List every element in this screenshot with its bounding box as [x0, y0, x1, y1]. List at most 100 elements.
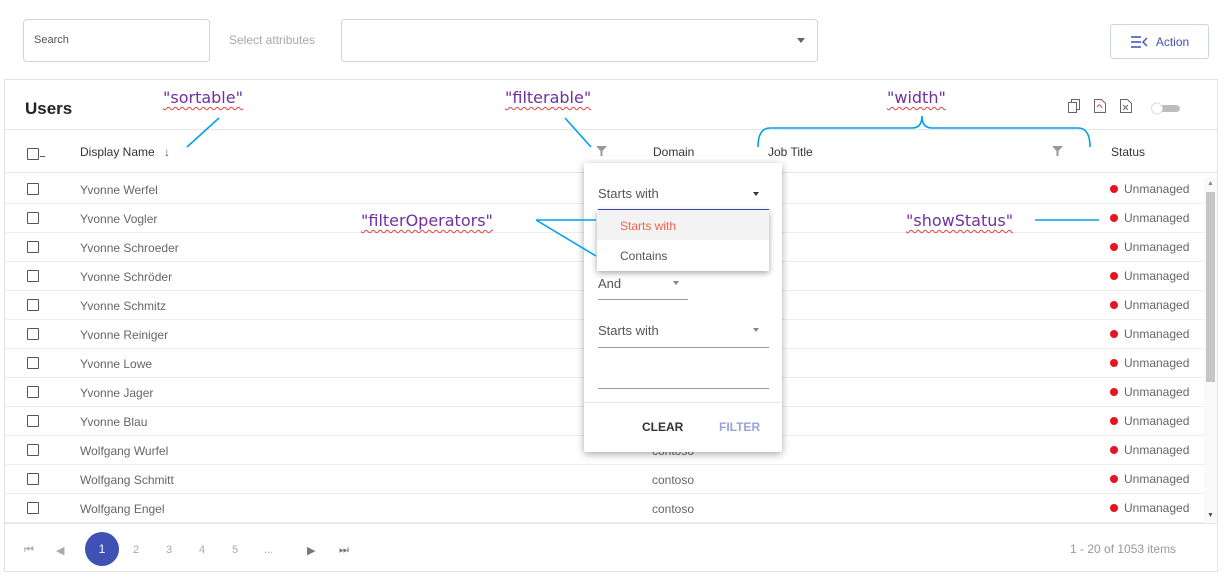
- status-text: Unmanaged: [1124, 443, 1190, 457]
- cell-status: Unmanaged: [1110, 327, 1189, 341]
- scroll-down-icon[interactable]: ▼: [1207, 512, 1214, 519]
- row-checkbox[interactable]: [27, 473, 39, 485]
- filter-logic-select[interactable]: And: [598, 276, 621, 291]
- page-3-button[interactable]: 3: [166, 544, 172, 556]
- status-text: Unmanaged: [1124, 501, 1190, 515]
- status-text: Unmanaged: [1124, 472, 1190, 486]
- cell-status: Unmanaged: [1110, 356, 1189, 370]
- cell-domain: contoso: [652, 502, 695, 516]
- menu-collapse-icon: [1130, 35, 1148, 48]
- cell-status: Unmanaged: [1110, 501, 1189, 515]
- filter-operator-2[interactable]: Starts with: [598, 323, 659, 338]
- cell-display-name: Yvonne Werfel: [80, 183, 158, 197]
- status-dot-icon: [1110, 272, 1118, 280]
- cell-display-name: Yvonne Vogler: [80, 212, 158, 226]
- excel-icon[interactable]: [1120, 98, 1132, 114]
- page-1-button[interactable]: 1: [85, 532, 119, 566]
- pager: ⏮ ◀ 1 2 3 4 5 ... ▶ ⏭ 1 - 20 of 1053 ite…: [4, 523, 1218, 572]
- chevron-down-icon[interactable]: [753, 192, 759, 196]
- cell-display-name: Wolfgang Wurfel: [80, 444, 169, 458]
- scrollbar-thumb[interactable]: [1206, 192, 1215, 382]
- status-text: Unmanaged: [1124, 327, 1190, 341]
- column-header-display-name[interactable]: Display Name ↓: [80, 145, 170, 159]
- cell-status: Unmanaged: [1110, 269, 1189, 283]
- status-text: Unmanaged: [1124, 240, 1190, 254]
- column-header-domain[interactable]: Domain: [653, 145, 694, 159]
- scroll-up-icon[interactable]: ▲: [1207, 180, 1214, 187]
- select-attributes-dropdown[interactable]: [341, 19, 818, 62]
- row-checkbox[interactable]: [27, 270, 39, 282]
- status-dot-icon: [1110, 214, 1118, 222]
- row-checkbox[interactable]: [27, 212, 39, 224]
- status-text: Unmanaged: [1124, 385, 1190, 399]
- sort-down-arrow-icon[interactable]: ↓: [164, 145, 170, 159]
- status-dot-icon: [1110, 388, 1118, 396]
- filter-value-2-input[interactable]: [598, 388, 769, 389]
- display-name-label: Display Name: [80, 145, 155, 159]
- status-text: Unmanaged: [1124, 414, 1190, 428]
- status-dot-icon: [1110, 243, 1118, 251]
- row-checkbox[interactable]: [27, 241, 39, 253]
- next-page-icon[interactable]: ▶: [307, 544, 315, 557]
- dropdown-option-starts-with[interactable]: Starts with: [597, 210, 769, 240]
- dropdown-option-contains[interactable]: Contains: [597, 240, 769, 270]
- cell-status: Unmanaged: [1110, 414, 1189, 428]
- cell-status: Unmanaged: [1110, 240, 1189, 254]
- cell-display-name: Yvonne Schroeder: [80, 241, 179, 255]
- filter-button[interactable]: FILTER: [719, 420, 760, 434]
- table-row[interactable]: Wolfgang Schmitt contoso Unmanaged: [4, 465, 1204, 494]
- table-row[interactable]: Wolfgang Engel contoso Unmanaged: [4, 494, 1204, 523]
- row-checkbox[interactable]: [27, 444, 39, 456]
- page-2-button[interactable]: 2: [133, 544, 139, 556]
- more-pages-button[interactable]: ...: [264, 544, 273, 556]
- status-dot-icon: [1110, 185, 1118, 193]
- cell-display-name: Yvonne Lowe: [80, 357, 153, 371]
- row-checkbox[interactable]: [27, 183, 39, 195]
- status-dot-icon: [1110, 330, 1118, 338]
- filter-popup: Starts with And Starts with CLEAR FILTER: [584, 163, 782, 452]
- prev-page-icon[interactable]: ◀: [56, 544, 64, 557]
- filter-operator-1[interactable]: Starts with: [598, 186, 659, 201]
- column-header-status[interactable]: Status: [1111, 145, 1145, 159]
- status-text: Unmanaged: [1124, 269, 1190, 283]
- input-underline: [598, 347, 769, 348]
- row-checkbox[interactable]: [27, 299, 39, 311]
- cell-display-name: Wolfgang Engel: [80, 502, 165, 516]
- cell-display-name: Yvonne Schmitz: [80, 299, 167, 313]
- cell-display-name: Yvonne Reiniger: [80, 328, 169, 342]
- last-page-icon[interactable]: ⏭: [339, 544, 349, 557]
- chevron-down-icon[interactable]: [673, 281, 679, 285]
- copy-icon[interactable]: [1068, 98, 1080, 114]
- search-input[interactable]: Search: [23, 19, 210, 62]
- annotation-width: "width": [887, 88, 946, 107]
- grid-title: Users: [25, 99, 73, 118]
- annotation-show-status: "showStatus": [906, 211, 1014, 230]
- row-checkbox[interactable]: [27, 328, 39, 340]
- cell-display-name: Yvonne Blau: [80, 415, 148, 429]
- select-all-checkbox[interactable]: [27, 148, 39, 160]
- row-checkbox[interactable]: [27, 386, 39, 398]
- page-4-button[interactable]: 4: [199, 544, 205, 556]
- cell-status: Unmanaged: [1110, 298, 1189, 312]
- status-dot-icon: [1110, 475, 1118, 483]
- clear-button[interactable]: CLEAR: [642, 420, 683, 434]
- toggle-switch[interactable]: [1150, 100, 1180, 116]
- row-checkbox[interactable]: [27, 502, 39, 514]
- first-page-icon[interactable]: ⏮: [24, 544, 34, 557]
- row-checkbox[interactable]: [27, 357, 39, 369]
- job-title-filter-icon[interactable]: [1052, 146, 1063, 156]
- annotation-filterable: "filterable": [505, 88, 592, 107]
- cell-status: Unmanaged: [1110, 443, 1189, 457]
- row-checkbox[interactable]: [27, 415, 39, 427]
- status-dot-icon: [1110, 446, 1118, 454]
- filter-operator-dropdown: Starts with Contains: [597, 210, 769, 271]
- column-header-job-title[interactable]: Job Title: [768, 145, 813, 159]
- status-text: Unmanaged: [1124, 298, 1190, 312]
- chevron-down-icon[interactable]: [753, 328, 759, 332]
- cell-status: Unmanaged: [1110, 385, 1189, 399]
- cell-status: Unmanaged: [1110, 182, 1189, 196]
- page-5-button[interactable]: 5: [232, 544, 238, 556]
- filter-icon[interactable]: [596, 146, 607, 156]
- action-button[interactable]: Action: [1110, 24, 1209, 59]
- pdf-icon[interactable]: [1094, 98, 1106, 114]
